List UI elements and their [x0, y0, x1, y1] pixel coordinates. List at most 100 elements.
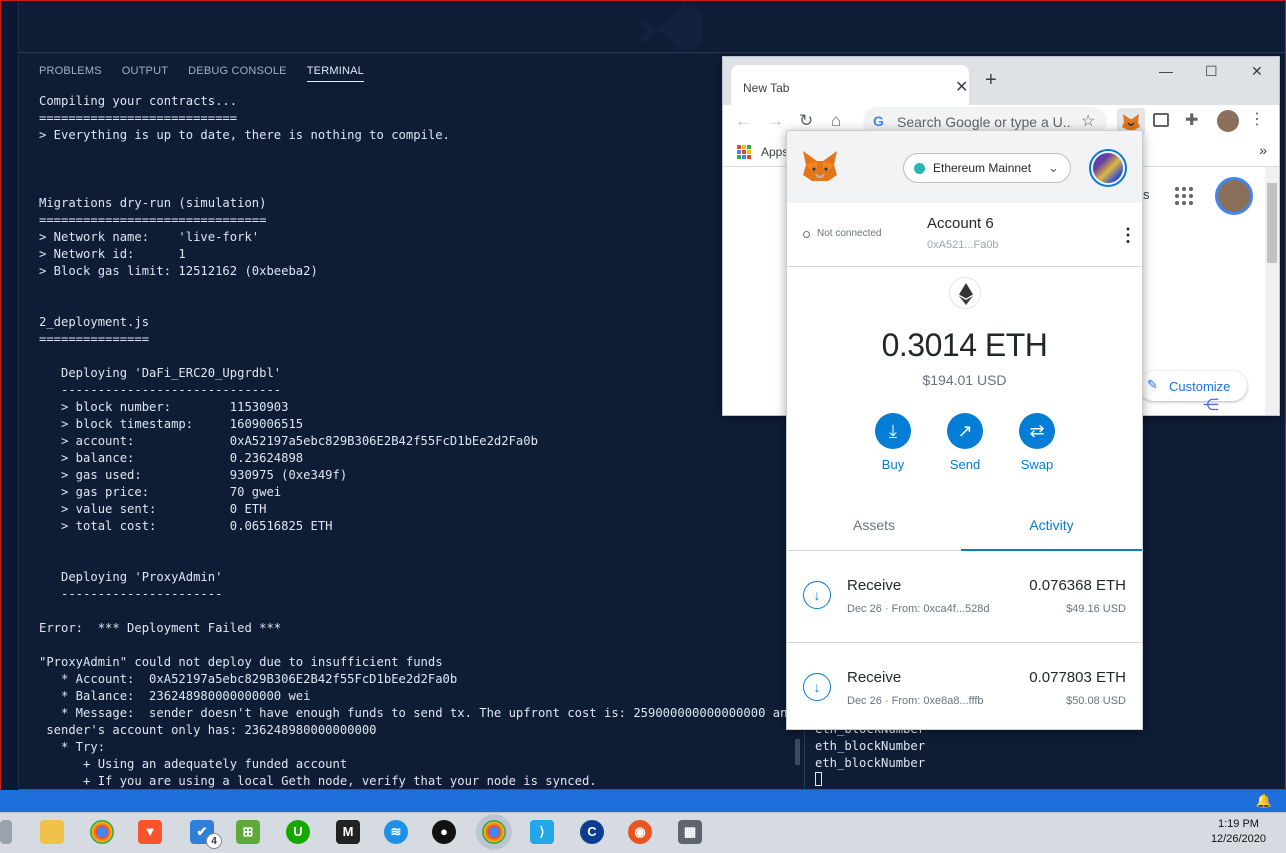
brave-icon[interactable]: ▼: [138, 820, 162, 844]
vscode-icon[interactable]: ⟩: [530, 820, 554, 844]
more-bookmarks-icon[interactable]: »: [1259, 142, 1267, 158]
transaction-usd: $49.16 USD: [1066, 603, 1126, 615]
task-view-icon[interactable]: [0, 820, 12, 844]
vscode-status-bar: 🔔: [0, 790, 1286, 812]
bookmark-star-icon[interactable]: ☆: [1081, 111, 1095, 131]
swap-label: Swap: [1020, 457, 1054, 472]
close-window-icon[interactable]: ✕: [1251, 63, 1263, 80]
account-address[interactable]: 0xA521...Fa0b: [927, 239, 999, 251]
arrow-up-right-icon: ↗: [947, 413, 983, 449]
connection-status[interactable]: Not connected: [817, 228, 882, 239]
pencil-icon: ✎: [1147, 377, 1158, 392]
windows-taskbar: ▼ ✔ 4 ⊞ U M ≋ ● ⟩ C ◉ ▦ 1:19 PM 12/26/20…: [0, 812, 1286, 853]
notifications-bell-icon[interactable]: 🔔: [1256, 793, 1272, 809]
transaction-subtitle: Dec 26 · From: 0xe8a8...fffb: [847, 695, 984, 707]
terminal-line: + If you are using a local Geth node, ve…: [39, 774, 597, 788]
activity-bar: [1, 1, 19, 791]
codepen-icon[interactable]: C: [580, 820, 604, 844]
tab-activity[interactable]: Activity: [961, 517, 1142, 533]
terminal-line: eth_blockNumber: [815, 756, 926, 770]
calculator-icon[interactable]: ▦: [678, 820, 702, 844]
terminal-line: sender's account only has: 2362489800000…: [39, 723, 377, 737]
vscode-watermark-icon: [638, 3, 702, 51]
chrome-icon[interactable]: [90, 820, 114, 844]
bookmark-apps[interactable]: Apps: [761, 145, 788, 159]
google-apps-icon[interactable]: [1175, 187, 1193, 205]
docker-icon[interactable]: ≋: [384, 820, 408, 844]
chrome-tab[interactable]: New Tab ✕: [731, 65, 969, 105]
account-bar: Not connected Account 6 0xA521...Fa0b ⋮: [787, 203, 1142, 267]
minimize-icon[interactable]: —: [1159, 63, 1173, 79]
maximize-icon[interactable]: ☐: [1205, 63, 1218, 80]
back-icon[interactable]: ←: [735, 111, 752, 131]
upwork-icon[interactable]: U: [286, 820, 310, 844]
metamask-fox-icon: [803, 151, 837, 181]
terminal-output[interactable]: Compiling your contracts... =============…: [39, 93, 824, 790]
tab-assets[interactable]: Assets: [787, 517, 961, 533]
new-tab-icon[interactable]: +: [985, 69, 997, 92]
file-explorer-icon[interactable]: [40, 820, 64, 844]
tab-output[interactable]: OUTPUT: [122, 65, 168, 82]
windows-store-icon[interactable]: ⊞: [236, 820, 260, 844]
medium-icon[interactable]: M: [336, 820, 360, 844]
terminal-line: ----------------------: [39, 587, 223, 601]
transaction-row[interactable]: ↓ Receive Dec 26 · From: 0xe8a8...fffb 0…: [787, 643, 1142, 735]
buy-button[interactable]: ⤓ Buy: [863, 413, 923, 472]
ntp-profile-avatar[interactable]: [1215, 177, 1253, 215]
forward-icon[interactable]: →: [767, 111, 784, 131]
terminal-line: eth_blockNumber: [815, 739, 926, 753]
balance-amount: 0.3014 ETH: [881, 327, 1048, 363]
scrollbar-thumb[interactable]: [1267, 183, 1277, 263]
home-icon[interactable]: ⌂: [831, 111, 841, 131]
balance-usd: $194.01 USD: [922, 372, 1007, 388]
reload-icon[interactable]: ↻: [799, 111, 813, 131]
download-icon: ⤓: [875, 413, 911, 449]
terminal-line: + Using an adequately funded account: [39, 757, 348, 771]
terminal-cursor: [815, 772, 822, 786]
terminal-scroll-marker[interactable]: [795, 739, 800, 765]
transaction-row[interactable]: ↓ Receive Dec 26 · From: 0xca4f...528d 0…: [787, 551, 1142, 643]
account-identicon[interactable]: [1089, 149, 1127, 187]
extensions-puzzle-icon[interactable]: ✚: [1185, 110, 1198, 130]
transaction-amount: 0.076368 ETH: [1029, 577, 1126, 594]
tab-debug-console[interactable]: DEBUG CONSOLE: [188, 65, 287, 82]
chrome-menu-icon[interactable]: ⋮: [1249, 109, 1265, 129]
receive-icon: ↓: [803, 581, 831, 609]
swap-button[interactable]: ⇄ Swap: [1007, 413, 1067, 472]
cast-extension-icon[interactable]: [1153, 113, 1169, 127]
terminal-line: > gas price: 70 gwei: [39, 485, 282, 499]
terminal-line: Deploying 'ProxyAdmin': [39, 570, 223, 584]
network-selector[interactable]: Ethereum Mainnet ⌄: [903, 153, 1071, 183]
network-label: Ethereum Mainnet: [933, 161, 1032, 175]
terminal-line: "ProxyAdmin" could not deploy due to ins…: [39, 655, 443, 669]
send-button[interactable]: ↗ Send: [935, 413, 995, 472]
editor-area: [19, 1, 1285, 53]
metamask-header: Ethereum Mainnet ⌄: [787, 131, 1142, 203]
ubuntu-icon[interactable]: ◉: [628, 820, 652, 844]
customize-button[interactable]: ✎ Customize: [1139, 371, 1247, 401]
tab-problems[interactable]: PROBLEMS: [39, 65, 102, 82]
ntp-link-partial[interactable]: s: [1143, 187, 1150, 202]
tab-terminal[interactable]: TERMINAL: [306, 65, 364, 82]
profile-avatar[interactable]: [1217, 110, 1239, 132]
apps-icon[interactable]: [737, 145, 751, 159]
page-scrollbar[interactable]: [1265, 167, 1279, 415]
customize-label: Customize: [1169, 379, 1231, 394]
google-icon: G: [873, 113, 884, 129]
receive-icon: ↓: [803, 673, 831, 701]
share-icon[interactable]: ⋲: [1203, 395, 1219, 415]
chevron-down-icon: ⌄: [1048, 160, 1059, 175]
account-name[interactable]: Account 6: [927, 215, 994, 232]
terminal-line: * Account: 0xA52197a5ebc829B306E2B42f55F…: [39, 672, 458, 686]
terminal-split-divider[interactable]: [804, 731, 805, 791]
chrome-active-icon[interactable]: [482, 820, 506, 844]
github-icon[interactable]: ●: [432, 820, 456, 844]
system-clock[interactable]: 1:19 PM 12/26/2020: [1211, 817, 1266, 847]
close-tab-icon[interactable]: ✕: [955, 77, 968, 97]
account-options-icon[interactable]: ⋮: [1119, 225, 1137, 246]
address-input[interactable]: Search Google or type a U...: [897, 114, 1072, 130]
